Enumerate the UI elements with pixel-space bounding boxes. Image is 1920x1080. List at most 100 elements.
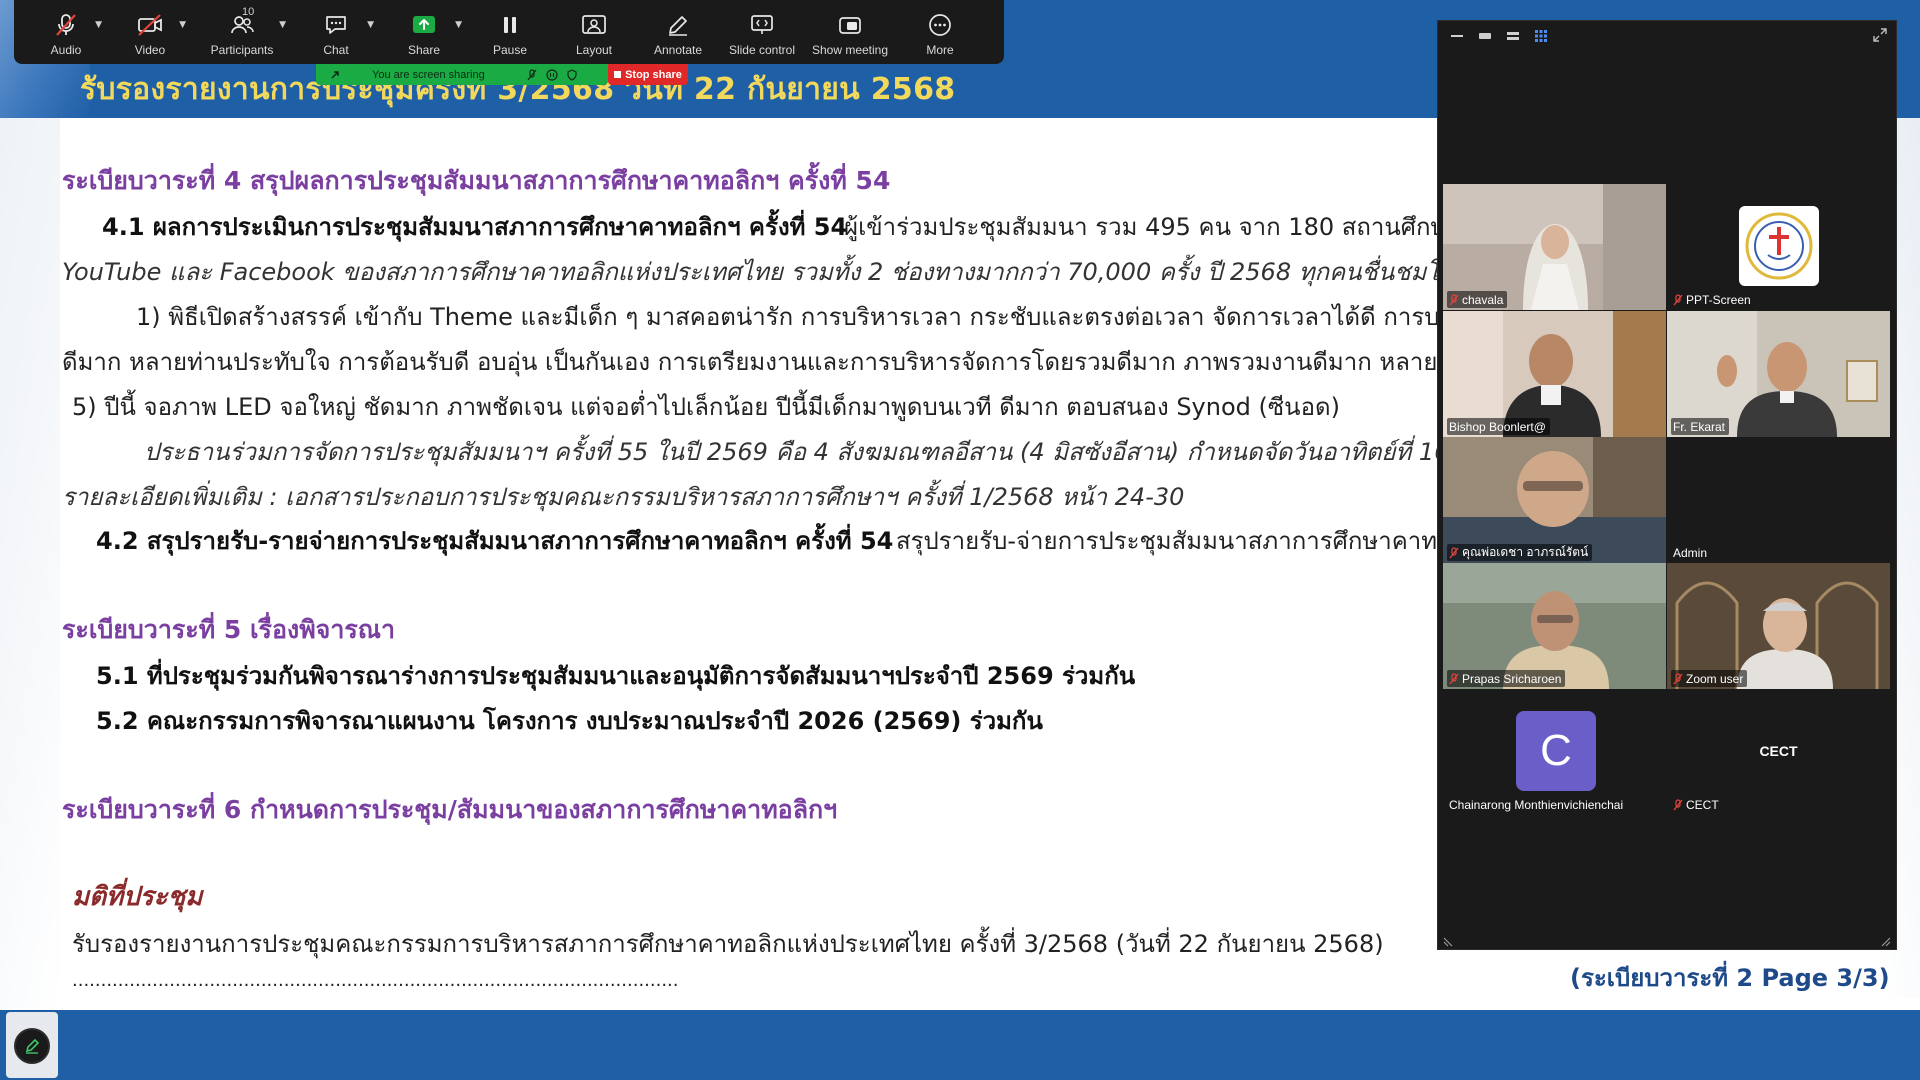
show-meeting-label: Show meeting — [811, 43, 889, 57]
participant-tile-fr-decha[interactable]: คุณพ่อเดชา อาภรณ์รัตน์ — [1443, 437, 1666, 563]
chevron-down-icon[interactable]: ▼ — [455, 20, 462, 30]
avatar: C — [1516, 711, 1596, 791]
speaker-view-icon[interactable] — [1476, 29, 1494, 43]
share-screen-icon — [409, 10, 439, 40]
participant-tile-cect[interactable]: CECT CECT — [1667, 689, 1890, 815]
chair-line: ประธานร่วมการจัดการประชุมสัมมนาฯ ครั้งที… — [144, 438, 1513, 466]
chevron-down-icon[interactable]: ▼ — [179, 20, 186, 30]
mic-muted-icon[interactable] — [525, 68, 539, 82]
muted-mic-icon — [1673, 293, 1683, 305]
participant-name-tag: Chainarong Monthienvichienchai — [1447, 796, 1627, 813]
resize-handle-left[interactable] — [1442, 933, 1454, 947]
item-4-2-text: สรุปรายรับ-จ่ายการประชุมสัมมนาสภาการศึกษ… — [896, 527, 1467, 555]
pen-icon — [25, 1038, 40, 1054]
participant-name-tag: CECT — [1671, 796, 1723, 813]
participant-name: คุณพ่อเดชา อาภรณ์รัตน์ — [1462, 545, 1589, 559]
slide-footer-band — [0, 1010, 1920, 1080]
video-button[interactable]: ▼ Video — [108, 0, 192, 64]
muted-mic-icon — [1673, 672, 1683, 684]
detail-line: รายละเอียดเพิ่มเติม : เอกสารประกอบการประ… — [62, 483, 1185, 511]
item-5-1: 5.1 ที่ประชุมร่วมกันพิจารณาร่างการประชุม… — [96, 662, 1136, 690]
participant-name: Prapas Sricharoen — [1462, 671, 1562, 686]
annotate-pen-button[interactable] — [14, 1028, 50, 1064]
feedback-line-2: ดีมาก หลายท่านประทับใจ การต้อนรับดี อบอุ… — [62, 348, 1499, 376]
resize-handle-right[interactable] — [1880, 933, 1892, 947]
chevron-down-icon[interactable]: ▼ — [95, 20, 102, 30]
stop-share-button[interactable]: Stop share — [608, 64, 688, 85]
share-button[interactable]: ▼ Share — [380, 0, 468, 64]
more-label: More — [926, 43, 954, 57]
participant-name: CECT — [1686, 797, 1719, 812]
annotate-label: Annotate — [653, 43, 703, 57]
catholic-education-council-logo-icon — [1745, 212, 1813, 280]
participant-name: Admin — [1673, 545, 1708, 560]
layout-button[interactable]: Layout — [552, 0, 636, 64]
slide-control-button[interactable]: Slide control — [720, 0, 804, 64]
item-4-1-text: ผู้เข้าร่วมประชุมสัมมนา รวม 495 คน จาก 1… — [844, 213, 1468, 241]
slide-decoration-left — [0, 118, 60, 1008]
youtube-line: YouTube และ Facebook ของสภาการศึกษาคาทอล… — [62, 258, 1473, 286]
participant-tile-prapas-sricharoen[interactable]: Prapas Sricharoen — [1443, 563, 1666, 689]
slide-control-label: Slide control — [728, 43, 796, 57]
participant-name-tag: Admin — [1671, 544, 1711, 561]
participant-tile-fr-ekarat[interactable]: Fr. Ekarat — [1667, 311, 1890, 437]
muted-mic-icon — [1449, 293, 1459, 305]
video-gallery-panel: chavala PPT-Screen Bishop Boonlert@ Fr. … — [1437, 20, 1897, 950]
participant-name: Fr. Ekarat — [1673, 419, 1726, 434]
audio-label: Audio — [50, 43, 82, 57]
muted-mic-icon — [51, 10, 81, 40]
chat-label: Chat — [323, 43, 349, 57]
pause-icon — [495, 10, 525, 40]
slide-control-icon — [747, 10, 777, 40]
more-icon — [925, 10, 955, 40]
item-5-2: 5.2 คณะกรรมการพิจารณาแผนงาน โครงการ งบปร… — [96, 707, 1043, 735]
participant-display-name: CECT — [1759, 743, 1798, 759]
chat-button[interactable]: ▼ Chat — [292, 0, 380, 64]
participant-tile-bishop-boonlert[interactable]: Bishop Boonlert@ — [1443, 311, 1666, 437]
chevron-down-icon[interactable]: ▼ — [367, 20, 374, 30]
item-4-2-heading: 4.2 สรุปรายรับ-รายจ่ายการประชุมสัมมนาสภา… — [96, 527, 894, 555]
participants-button[interactable]: 10 ▼ Participants — [192, 0, 292, 64]
participant-name-tag: PPT-Screen — [1671, 291, 1755, 308]
meeting-toolbar: ▼ Audio ▼ Video 10 ▼ Participants ▼ Chat… — [14, 0, 1004, 64]
chevron-down-icon[interactable]: ▼ — [279, 20, 286, 30]
minimize-icon[interactable] — [1448, 29, 1466, 43]
feedback-line-1: 1) พิธีเปิดสร้างสรรค์ เข้ากับ Theme และม… — [136, 303, 1482, 331]
agenda-5-heading: ระเบียบวาระที่ 5 เรื่องพิจารณา — [62, 615, 396, 644]
muted-mic-icon — [1673, 798, 1683, 810]
sharing-indicator-icon — [328, 68, 342, 82]
chat-icon — [321, 10, 351, 40]
participant-tile-chainarong[interactable]: C Chainarong Monthienvichienchai — [1443, 689, 1666, 815]
pause-label: Pause — [492, 43, 528, 57]
audio-button[interactable]: ▼ Audio — [24, 0, 108, 64]
show-meeting-button[interactable]: Show meeting — [804, 0, 896, 64]
participant-name: Chainarong Monthienvichienchai — [1449, 797, 1624, 812]
show-meeting-icon — [835, 10, 865, 40]
participant-name: Bishop Boonlert@ — [1449, 419, 1546, 434]
gallery-grid-icon[interactable] — [1532, 29, 1550, 43]
participant-name: chavala — [1462, 292, 1504, 307]
participant-name-tag: Zoom user — [1671, 670, 1748, 687]
expand-icon[interactable] — [1872, 27, 1888, 43]
resolution-label: มติที่ประชุม — [72, 882, 203, 912]
muted-mic-icon — [1449, 546, 1459, 558]
layout-label: Layout — [575, 43, 613, 57]
participant-tile-zoom-user[interactable]: Zoom user — [1667, 563, 1890, 689]
participant-name-tag: Prapas Sricharoen — [1447, 670, 1566, 687]
security-shield-icon[interactable] — [565, 68, 579, 82]
muted-mic-icon — [1449, 672, 1459, 684]
pause-share-button[interactable]: Pause — [468, 0, 552, 64]
annotate-button[interactable]: Annotate — [636, 0, 720, 64]
sharing-status-text: You are screen sharing — [372, 68, 485, 81]
participant-tile-admin[interactable]: Admin — [1667, 437, 1890, 563]
more-button[interactable]: More — [896, 0, 984, 64]
pencil-icon — [663, 10, 693, 40]
participant-tile-ppt-screen[interactable]: PPT-Screen — [1667, 184, 1890, 310]
participant-tile-chavala[interactable]: chavala — [1443, 184, 1666, 310]
participant-name-tag: คุณพ่อเดชา อาภรณ์รัตน์ — [1447, 544, 1593, 561]
participants-count: 10 — [242, 6, 255, 18]
participants-label: Participants — [210, 43, 274, 57]
council-logo — [1739, 206, 1819, 286]
pause-small-icon[interactable] — [545, 68, 559, 82]
strip-view-icon[interactable] — [1504, 29, 1522, 43]
